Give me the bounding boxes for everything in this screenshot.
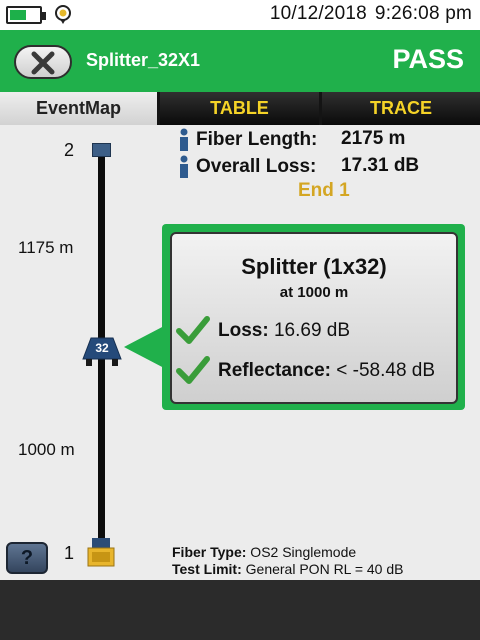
tab-eventmap[interactable]: EventMap: [0, 92, 157, 125]
fiber-type-value: OS2 Singlemode: [246, 544, 357, 560]
close-button[interactable]: [14, 45, 72, 79]
event-card[interactable]: Splitter (1x32) at 1000 m Loss: 16.69 dB…: [170, 232, 458, 404]
check-icon: [176, 356, 210, 384]
overall-loss-value: 17.31 dB: [341, 155, 420, 176]
test-limit-row: Test Limit: General PON RL = 40 dB: [172, 561, 403, 578]
tab-bar: EventMap TABLE TRACE: [0, 92, 480, 125]
fiber-length-row: Fiber Length: 2175 m: [178, 128, 405, 152]
fiber-length-label: Fiber Length:: [196, 129, 318, 151]
test-limit-value: General PON RL = 40 dB: [241, 561, 404, 577]
overall-loss-label: Overall Loss:: [196, 156, 317, 178]
bottom-bar: [0, 580, 480, 640]
fiber-length-value: 2175 m: [341, 128, 406, 149]
close-x-icon: [31, 51, 55, 75]
event-card-pointer: [124, 325, 166, 369]
tab-table[interactable]: TABLE: [160, 92, 319, 125]
end-label: End 1: [298, 180, 350, 201]
loss-label: Loss:: [218, 320, 269, 341]
clock: 10/12/2018 9:26:08 pm: [262, 3, 472, 25]
info-icon: [180, 128, 188, 151]
distance-label-lower: 1000 m: [18, 440, 75, 459]
distance-label-upper: 1175 m: [18, 238, 74, 257]
test-limit-label: Test Limit:: [172, 561, 242, 577]
overall-loss-row: Overall Loss: 17.31 dB: [178, 155, 419, 179]
reflectance-label: Reflectance:: [218, 360, 331, 381]
connector-icon[interactable]: [86, 536, 116, 568]
fiber-type-row: Fiber Type: OS2 Singlemode: [172, 544, 403, 561]
fiber-type-label: Fiber Type:: [172, 544, 247, 560]
status-time: 9:26:08 pm: [374, 3, 472, 24]
fiber-info: Fiber Type: OS2 Singlemode Test Limit: G…: [172, 544, 403, 578]
reflectance-value: < -58.48 dB: [331, 360, 436, 381]
file-name: Splitter_32X1: [86, 50, 201, 70]
end-marker-top[interactable]: [92, 143, 111, 157]
tab-trace[interactable]: TRACE: [322, 92, 480, 125]
end-label-bottom: 1: [64, 543, 75, 563]
event-position: at 1000 m: [279, 284, 349, 301]
info-icon: [180, 155, 188, 178]
battery-icon: [6, 6, 46, 24]
splitter-port-count: 32: [95, 341, 109, 355]
status-bar: 10/12/2018 9:26:08 pm: [0, 0, 480, 30]
result-label: PASS: [392, 44, 464, 74]
status-date: 10/12/2018: [269, 3, 367, 24]
loss-value: 16.69 dB: [268, 320, 351, 341]
header-bar: Splitter_32X1 PASS: [0, 30, 480, 92]
check-icon: [176, 316, 210, 344]
help-button[interactable]: ?: [6, 542, 48, 574]
location-pin-icon: [55, 5, 71, 24]
end-label-top: 2: [64, 140, 75, 160]
event-title: Splitter (1x32): [241, 254, 387, 279]
